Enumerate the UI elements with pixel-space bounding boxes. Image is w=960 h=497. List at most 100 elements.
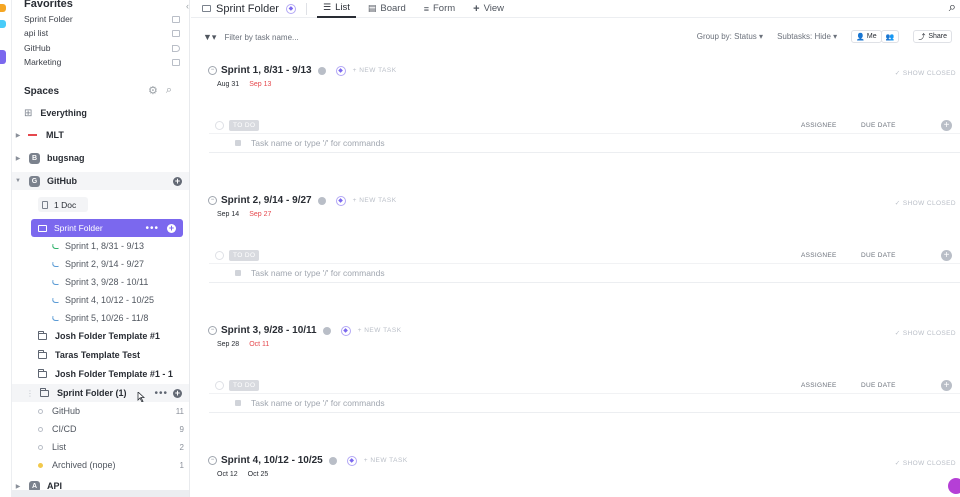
help-button[interactable]	[948, 478, 960, 494]
column-header-assignee[interactable]: ASSIGNEE	[801, 252, 837, 259]
sidebar-folder-josh-template[interactable]: Josh Folder Template #1	[12, 327, 189, 345]
search-icon[interactable]: ⌕	[949, 0, 956, 15]
favorite-item-api-list[interactable]: api list	[24, 26, 180, 40]
collapse-toggle-icon[interactable]	[215, 250, 224, 260]
task-name-input[interactable]: Task name or type '/' for commands	[251, 398, 385, 408]
add-column-icon[interactable]: +	[941, 249, 952, 261]
new-task-row[interactable]: Task name or type '/' for commands	[209, 393, 960, 413]
favorite-item-marketing[interactable]: Marketing	[24, 55, 180, 69]
rail-marker-orange[interactable]	[0, 4, 6, 12]
sprint-settings-icon[interactable]: ◆	[346, 455, 357, 466]
collapse-toggle-icon[interactable]: −	[208, 196, 217, 205]
column-header-due-date[interactable]: DUE DATE	[861, 252, 896, 259]
sidebar-item-everything[interactable]: ⊞ Everything	[12, 104, 189, 122]
new-task-button[interactable]: + NEW TASK	[358, 327, 402, 334]
collapse-toggle-icon[interactable]: −	[208, 326, 217, 335]
sidebar-sprint-5[interactable]: Sprint 5, 10/26 - 11/8	[12, 309, 189, 327]
task-name-input[interactable]: Task name or type '/' for commands	[251, 268, 385, 278]
sidebar-folder-taras-template[interactable]: Taras Template Test	[12, 346, 189, 364]
sprint-dates[interactable]: Oct 12 Oct 25	[217, 471, 268, 478]
breadcrumb[interactable]: Sprint Folder ◆	[202, 3, 296, 15]
show-closed-button[interactable]: ✓ SHOW CLOSED	[895, 199, 956, 207]
group-by-dropdown[interactable]: Group by: Status ▾	[697, 32, 763, 41]
tab-add-view[interactable]: + View	[467, 0, 510, 18]
sidebar-item-mlt[interactable]: ▶ MLT	[12, 126, 189, 144]
collapse-toggle-icon[interactable]	[215, 380, 224, 390]
sprint-dates[interactable]: Aug 31 Sep 13	[217, 81, 271, 88]
chevron-right-icon[interactable]: ▶	[12, 132, 24, 139]
favorite-item-github[interactable]: GitHub	[24, 41, 180, 55]
show-closed-button[interactable]: ✓ SHOW CLOSED	[895, 459, 956, 467]
sidebar-item-sprint-folder[interactable]: Sprint Folder ••• +	[31, 219, 183, 237]
sprint-settings-icon[interactable]: ◆	[335, 65, 346, 76]
sidebar-folder-sprint-folder-1[interactable]: ⋮ Sprint Folder (1) ••• +	[12, 384, 189, 402]
rail-marker-teal[interactable]	[0, 20, 6, 28]
new-task-button[interactable]: + NEW TASK	[353, 67, 397, 74]
show-closed-button[interactable]: ✓ SHOW CLOSED	[895, 329, 956, 337]
info-icon[interactable]	[317, 66, 326, 75]
collapse-toggle-icon[interactable]	[215, 120, 224, 130]
sprint-settings-icon[interactable]: ◆	[340, 325, 351, 336]
chevron-right-icon[interactable]: ▶	[12, 483, 24, 490]
sidebar-sprint-1[interactable]: Sprint 1, 8/31 - 9/13	[12, 237, 189, 255]
sprint-dates[interactable]: Sep 14 Sep 27	[217, 211, 271, 218]
collapse-toggle-icon[interactable]: −	[208, 456, 217, 465]
add-icon[interactable]: +	[167, 223, 176, 233]
tab-list[interactable]: ☰ List	[316, 0, 356, 18]
sprint-dates[interactable]: Sep 28 Oct 11	[217, 341, 269, 348]
tab-form[interactable]: ≡ Form	[418, 0, 461, 18]
column-header-assignee[interactable]: ASSIGNEE	[801, 382, 837, 389]
sidebar-folder-josh-template-1[interactable]: Josh Folder Template #1 - 1	[12, 365, 189, 383]
chevron-down-icon[interactable]: ▼	[12, 178, 24, 184]
more-icon[interactable]: •••	[145, 223, 159, 234]
drag-handle-icon[interactable]: ⋮	[26, 389, 34, 398]
column-header-due-date[interactable]: DUE DATE	[861, 122, 896, 129]
status-badge[interactable]: TO DO	[229, 249, 260, 261]
sprint-settings-icon[interactable]: ◆	[335, 195, 346, 206]
docs-badge[interactable]: 1 Doc	[38, 197, 88, 212]
add-icon[interactable]: +	[173, 176, 182, 186]
add-column-icon[interactable]: +	[941, 119, 952, 131]
sidebar-list-github[interactable]: GitHub 11	[12, 402, 189, 420]
status-badge[interactable]: TO DO	[229, 119, 260, 131]
rail-marker-purple[interactable]	[0, 50, 6, 64]
column-header-due-date[interactable]: DUE DATE	[861, 382, 896, 389]
favorite-item-sprint-folder[interactable]: Sprint Folder	[24, 12, 180, 26]
info-icon[interactable]	[328, 456, 337, 465]
add-icon[interactable]: +	[173, 388, 182, 398]
status-badge[interactable]: TO DO	[229, 379, 260, 391]
new-task-button[interactable]: + NEW TASK	[364, 457, 408, 464]
info-icon[interactable]	[317, 196, 326, 205]
sidebar-sprint-4[interactable]: Sprint 4, 10/12 - 10/25	[12, 291, 189, 309]
new-task-row[interactable]: Task name or type '/' for commands	[209, 263, 960, 283]
column-header-assignee[interactable]: ASSIGNEE	[801, 122, 837, 129]
new-task-row[interactable]: Task name or type '/' for commands	[209, 133, 960, 153]
gear-icon[interactable]: ⚙	[148, 84, 158, 97]
info-icon[interactable]	[322, 326, 331, 335]
sidebar-list-cicd[interactable]: CI/CD 9	[12, 420, 189, 438]
sidebar-list-list[interactable]: List 2	[12, 438, 189, 456]
sidebar-sprint-3[interactable]: Sprint 3, 9/28 - 10/11	[12, 273, 189, 291]
more-icon[interactable]: •••	[154, 388, 168, 399]
sidebar-item-github[interactable]: ▼ G GitHub +	[12, 172, 189, 190]
sprint-settings-icon[interactable]: ◆	[285, 3, 296, 14]
add-column-icon[interactable]: +	[941, 379, 952, 391]
collapse-toggle-icon[interactable]: −	[208, 66, 217, 75]
new-task-button[interactable]: + NEW TASK	[353, 197, 397, 204]
sidebar-sprint-2[interactable]: Sprint 2, 9/14 - 9/27	[12, 255, 189, 273]
chevron-right-icon[interactable]: ▶	[12, 155, 24, 162]
share-button[interactable]: ⤴ Share	[913, 30, 952, 43]
search-icon[interactable]: ⌕	[166, 84, 172, 97]
filter-input[interactable]: Filter by task name...	[224, 33, 298, 42]
show-closed-button[interactable]: ✓ SHOW CLOSED	[895, 69, 956, 77]
sidebar-item-bugsnag[interactable]: ▶ B bugsnag	[12, 149, 189, 167]
subtasks-dropdown[interactable]: Subtasks: Hide ▾	[777, 32, 837, 41]
collapse-sidebar-icon[interactable]: ‹	[186, 1, 189, 11]
sidebar-list-archived[interactable]: Archived (nope) 1	[12, 456, 189, 474]
assignees-filter-button[interactable]: 👥	[880, 30, 900, 43]
tab-board[interactable]: ▤ Board	[362, 0, 412, 18]
me-filter-button[interactable]: 👤 Me	[851, 30, 882, 43]
task-name-input[interactable]: Task name or type '/' for commands	[251, 138, 385, 148]
filter-icon[interactable]: ▼▾	[203, 32, 216, 43]
sidebar-item-label: Sprint 5, 10/26 - 11/8	[65, 313, 149, 323]
